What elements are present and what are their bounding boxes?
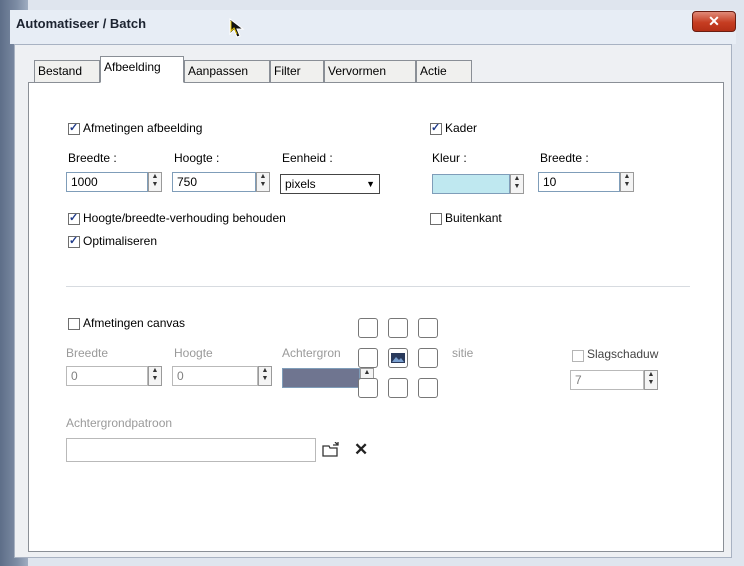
tab-vervormen[interactable]: Vervormen <box>324 60 416 82</box>
tab-aanpassen[interactable]: Aanpassen <box>184 60 270 82</box>
image-height-label: Hoogte : <box>174 151 220 165</box>
position-bottom-left[interactable] <box>358 378 378 398</box>
frame-width-spinner[interactable]: ▲ ▼ <box>620 172 634 192</box>
canvas-width-label: Breedte <box>66 346 109 360</box>
unit-select[interactable]: pixels ▼ <box>280 174 380 194</box>
section-separator <box>66 286 690 287</box>
shadow-spinner[interactable]: ▲ ▼ <box>644 370 658 390</box>
pattern-label: Achtergrondpatroon <box>66 416 173 430</box>
position-top-center[interactable] <box>388 318 408 338</box>
close-button[interactable]: ✕ <box>692 11 736 32</box>
frame-width-label: Breedte : <box>540 151 589 165</box>
frame-outside-label: Buitenkant <box>445 211 502 225</box>
image-icon <box>391 353 405 363</box>
keep-ratio-label: Hoogte/breedte-verhouding behouden <box>83 211 286 225</box>
position-bottom-center[interactable] <box>388 378 408 398</box>
image-width-spinner[interactable]: ▲ ▼ <box>148 172 162 192</box>
canvas-size-label: Afmetingen canvas <box>83 316 186 330</box>
optimize-label: Optimaliseren <box>83 234 158 248</box>
unit-label: Eenheid : <box>282 151 333 165</box>
position-top-left[interactable] <box>358 318 378 338</box>
canvas-width-input[interactable]: 0 <box>66 366 148 386</box>
image-width-label: Breedte : <box>68 151 117 165</box>
mouse-cursor-icon <box>229 18 245 38</box>
canvas-background-swatch[interactable] <box>282 368 360 388</box>
position-center[interactable] <box>388 348 408 368</box>
position-label: sitie <box>452 346 474 360</box>
image-height-input[interactable]: 750 <box>172 172 256 192</box>
image-size-checkbox[interactable] <box>68 121 80 135</box>
tab-filter[interactable]: Filter <box>270 60 324 82</box>
canvas-size-checkbox[interactable] <box>68 318 80 330</box>
keep-ratio-checkbox[interactable] <box>68 211 80 225</box>
frame-color-dropdown[interactable]: ▲ ▼ <box>510 174 524 194</box>
canvas-background-label: Achtergron <box>282 346 341 360</box>
shadow-input[interactable]: 7 <box>570 370 644 390</box>
pattern-input[interactable] <box>66 438 316 462</box>
frame-checkbox[interactable] <box>430 121 442 135</box>
canvas-height-spinner[interactable]: ▲ ▼ <box>258 366 272 386</box>
open-folder-icon[interactable] <box>322 442 342 458</box>
position-top-right[interactable] <box>418 318 438 338</box>
canvas-height-label: Hoogte <box>174 346 213 360</box>
frame-color-label: Kleur : <box>432 151 467 165</box>
window-title: Automatiseer / Batch <box>16 16 147 31</box>
position-middle-left[interactable] <box>358 348 378 368</box>
shadow-label: Slagschaduw <box>587 347 659 361</box>
unit-select-value: pixels <box>285 177 316 191</box>
position-bottom-right[interactable] <box>418 378 438 398</box>
frame-width-input[interactable]: 10 <box>538 172 620 192</box>
frame-outside-checkbox[interactable] <box>430 213 442 225</box>
canvas-width-spinner[interactable]: ▲ ▼ <box>148 366 162 386</box>
frame-label: Kader <box>445 121 478 135</box>
chevron-down-icon: ▼ <box>366 179 375 189</box>
canvas-height-input[interactable]: 0 <box>172 366 258 386</box>
position-middle-right[interactable] <box>418 348 438 368</box>
optimize-checkbox[interactable] <box>68 234 80 248</box>
frame-color-swatch[interactable] <box>432 174 510 194</box>
tab-actie[interactable]: Actie <box>416 60 472 82</box>
image-width-input[interactable]: 1000 <box>66 172 148 192</box>
image-height-spinner[interactable]: ▲ ▼ <box>256 172 270 192</box>
shadow-checkbox[interactable] <box>572 350 584 362</box>
clear-pattern-icon[interactable]: ✕ <box>354 440 368 460</box>
tab-afbeelding[interactable]: Afbeelding <box>100 56 184 83</box>
tab-bestand[interactable]: Bestand <box>34 60 100 82</box>
image-size-label: Afmetingen afbeelding <box>83 121 203 135</box>
